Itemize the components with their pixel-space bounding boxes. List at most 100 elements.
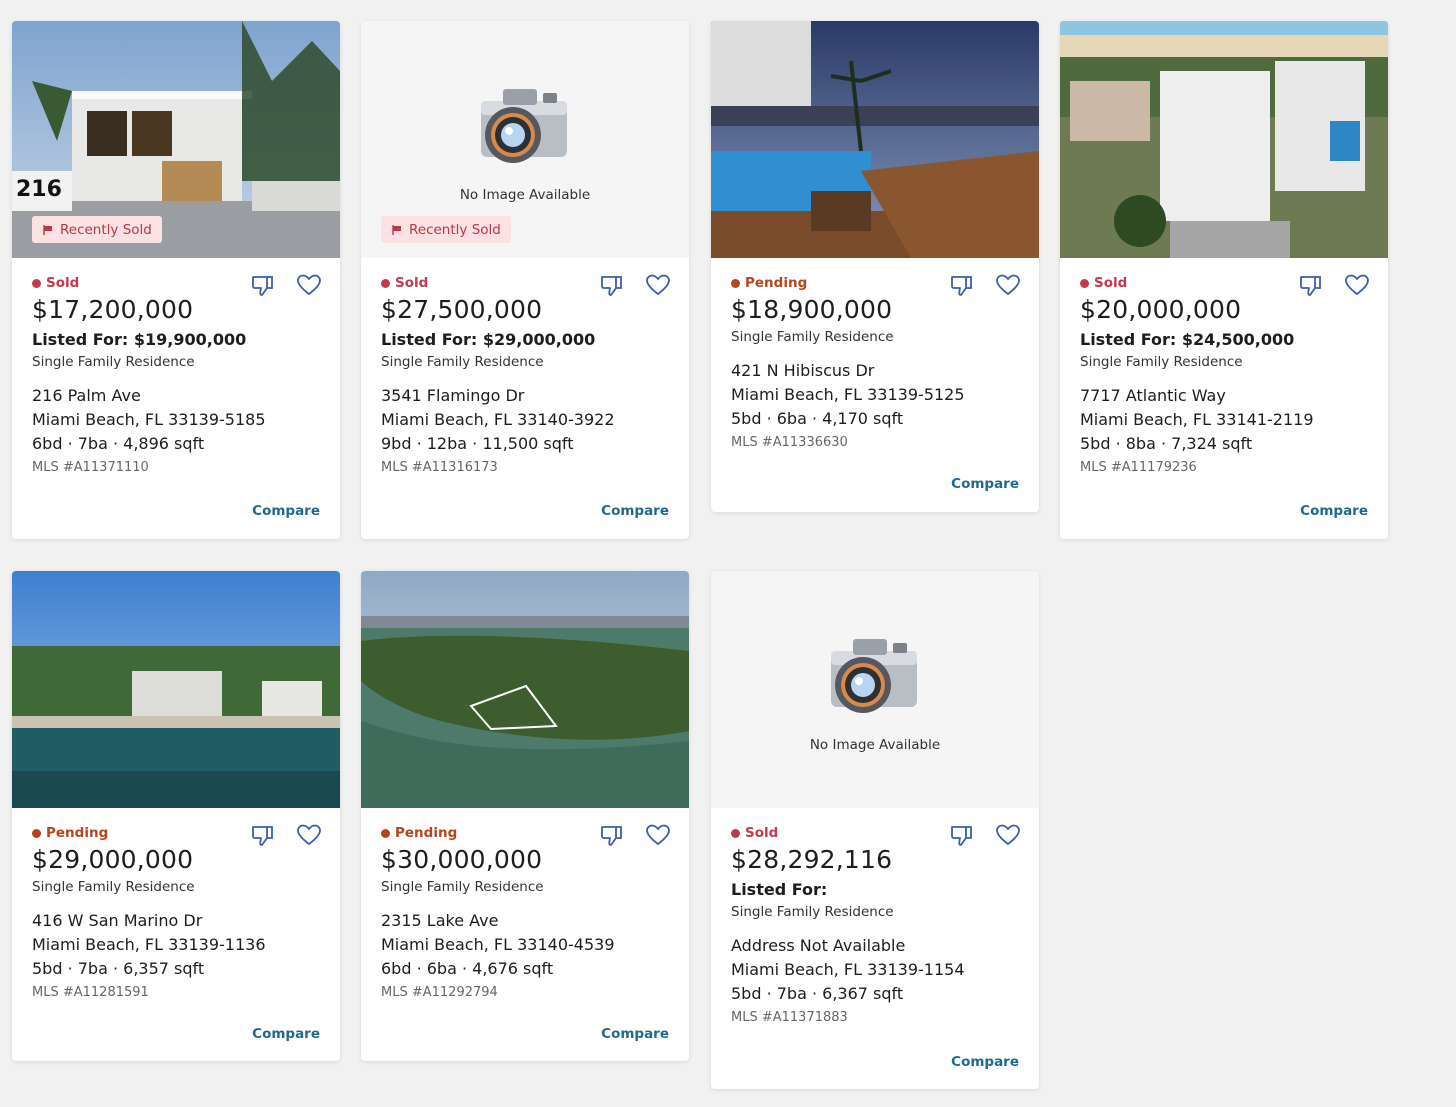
compare-link[interactable]: Compare	[1300, 503, 1368, 519]
flag-icon	[392, 224, 401, 235]
listed-for: Listed For: $29,000,000	[381, 330, 596, 349]
street-address: 3541 Flamingo Dr	[381, 386, 525, 405]
property-type: Single Family Residence	[381, 879, 544, 895]
badge-label: Recently Sold	[409, 221, 501, 238]
listing-card[interactable]: 216 Recently Sold Sold $17,200,000 Liste…	[12, 21, 340, 539]
price: $30,000,000	[381, 845, 543, 874]
status-dot	[381, 828, 390, 838]
status-dot	[32, 828, 41, 838]
favorite-heart-icon[interactable]	[995, 822, 1021, 848]
dislike-icon[interactable]	[599, 822, 625, 848]
listing-photo[interactable]	[12, 571, 340, 808]
no-image-text: No Image Available	[809, 737, 941, 753]
street-address: 416 W San Marino Dr	[32, 911, 203, 930]
dislike-icon[interactable]	[599, 272, 625, 298]
beds-baths-sqft: 5bd · 7ba · 6,357 sqft	[32, 959, 205, 978]
status-dot	[731, 278, 740, 288]
property-type: Single Family Residence	[731, 329, 894, 345]
listing-card[interactable]: Pending $30,000,000 Single Family Reside…	[361, 571, 689, 1061]
dislike-icon[interactable]	[250, 272, 276, 298]
favorite-heart-icon[interactable]	[296, 272, 322, 298]
mls-number: MLS #A11371110	[32, 460, 149, 475]
city-state-zip: Miami Beach, FL 33141-2119	[1080, 410, 1314, 429]
status-text: Pending	[395, 825, 458, 841]
mls-number: MLS #A11281591	[32, 985, 149, 1000]
status-dot	[381, 278, 390, 288]
badge-label: Recently Sold	[60, 221, 152, 238]
city-state-zip: Miami Beach, FL 33140-4539	[381, 935, 615, 954]
beds-baths-sqft: 5bd · 8ba · 7,324 sqft	[1080, 434, 1253, 453]
city-state-zip: Miami Beach, FL 33139-1154	[731, 960, 965, 979]
status-text: Pending	[745, 275, 808, 291]
listing-photo[interactable]	[711, 21, 1039, 258]
compare-link[interactable]: Compare	[601, 1026, 669, 1042]
property-type: Single Family Residence	[731, 904, 894, 920]
property-type: Single Family Residence	[32, 879, 195, 895]
recently-sold-badge: Recently Sold	[32, 216, 162, 243]
mls-number: MLS #A11371883	[731, 1010, 848, 1025]
compare-link[interactable]: Compare	[951, 476, 1019, 492]
dislike-icon[interactable]	[1298, 272, 1324, 298]
status-text: Sold	[1094, 275, 1128, 291]
favorite-heart-icon[interactable]	[645, 272, 671, 298]
listing-photo[interactable]: 216 Recently Sold	[12, 21, 340, 258]
aerial-island-photo	[361, 571, 689, 808]
compare-link[interactable]: Compare	[252, 1026, 320, 1042]
compare-link[interactable]: Compare	[601, 503, 669, 519]
compare-link[interactable]: Compare	[252, 503, 320, 519]
flag-icon	[43, 224, 52, 235]
dislike-icon[interactable]	[949, 822, 975, 848]
property-type: Single Family Residence	[32, 354, 195, 370]
status-dot	[731, 828, 740, 838]
status-text: Sold	[46, 275, 80, 291]
camera-icon	[831, 639, 917, 713]
listing-photo[interactable]: No Image Available Recently Sold	[361, 21, 689, 258]
price: $17,200,000	[32, 295, 194, 324]
price: $20,000,000	[1080, 295, 1242, 324]
property-type: Single Family Residence	[1080, 354, 1243, 370]
favorite-heart-icon[interactable]	[1344, 272, 1370, 298]
listing-card[interactable]: No Image Available Recently Sold Sold $2…	[361, 21, 689, 539]
status-dot	[1080, 278, 1089, 288]
camera-icon	[481, 89, 567, 163]
mls-number: MLS #A11292794	[381, 985, 498, 1000]
beds-baths-sqft: 5bd · 7ba · 6,367 sqft	[731, 984, 904, 1003]
beds-baths-sqft: 6bd · 7ba · 4,896 sqft	[32, 434, 205, 453]
price: $28,292,116	[731, 845, 893, 874]
favorite-heart-icon[interactable]	[296, 822, 322, 848]
city-state-zip: Miami Beach, FL 33139-5125	[731, 385, 965, 404]
city-state-zip: Miami Beach, FL 33139-1136	[32, 935, 266, 954]
status-text: Pending	[46, 825, 109, 841]
status-text: Sold	[745, 825, 779, 841]
mls-number: MLS #A11179236	[1080, 460, 1197, 475]
listing-card[interactable]: No Image Available Sold $28,292,116 List…	[711, 571, 1039, 1089]
dislike-icon[interactable]	[250, 822, 276, 848]
no-image-text: No Image Available	[459, 187, 591, 203]
listed-for: Listed For:	[731, 880, 828, 899]
listed-for: Listed For: $24,500,000	[1080, 330, 1295, 349]
status-dot	[32, 278, 41, 288]
listing-card[interactable]: Sold $20,000,000 Listed For: $24,500,000…	[1060, 21, 1388, 539]
listing-photo[interactable]	[361, 571, 689, 808]
beds-baths-sqft: 9bd · 12ba · 11,500 sqft	[381, 434, 574, 453]
dislike-icon[interactable]	[949, 272, 975, 298]
listing-card[interactable]: Pending $18,900,000 Single Family Reside…	[711, 21, 1039, 512]
street-address: 216 Palm Ave	[32, 386, 141, 405]
price: $29,000,000	[32, 845, 194, 874]
favorite-heart-icon[interactable]	[995, 272, 1021, 298]
listing-photo[interactable]: No Image Available	[711, 571, 1039, 808]
compare-link[interactable]: Compare	[951, 1054, 1019, 1070]
city-state-zip: Miami Beach, FL 33139-5185	[32, 410, 266, 429]
recently-sold-badge: Recently Sold	[381, 216, 511, 243]
aerial-homes-photo	[1060, 21, 1388, 258]
pool-deck-photo	[711, 21, 1039, 258]
favorite-heart-icon[interactable]	[645, 822, 671, 848]
waterfront-house-photo	[12, 571, 340, 808]
listing-card[interactable]: Pending $29,000,000 Single Family Reside…	[12, 571, 340, 1061]
listed-for: Listed For: $19,900,000	[32, 330, 247, 349]
beds-baths-sqft: 6bd · 6ba · 4,676 sqft	[381, 959, 554, 978]
beds-baths-sqft: 5bd · 6ba · 4,170 sqft	[731, 409, 904, 428]
street-address: 2315 Lake Ave	[381, 911, 499, 930]
listing-photo[interactable]	[1060, 21, 1388, 258]
house-number-overlay: 216	[16, 177, 62, 202]
